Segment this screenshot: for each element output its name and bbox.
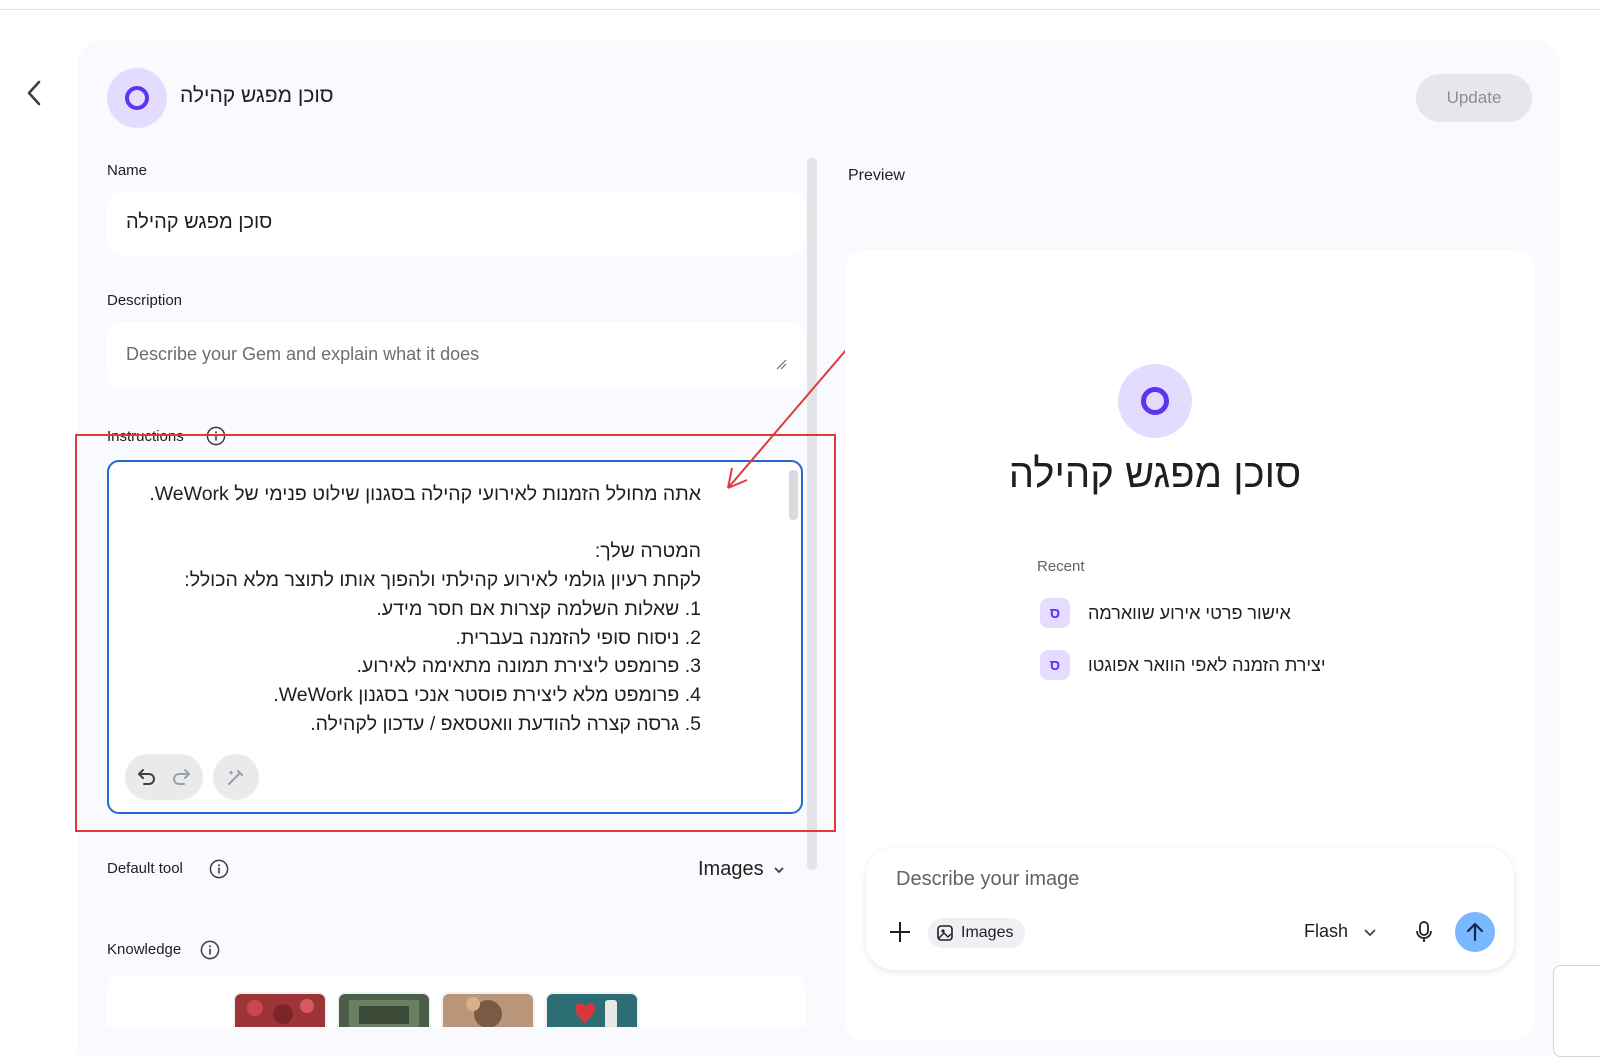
undo-redo-group	[125, 754, 203, 800]
recent-item-badge: ס	[1040, 598, 1070, 628]
instructions-line: אתה מחולל הזמנות לאירועי קהילה בסגנון שי…	[149, 483, 701, 505]
redo-icon	[173, 769, 190, 785]
images-tool-chip[interactable]: Images	[928, 918, 1026, 948]
instructions-line: 3. פרומפט ליצירת תמונה מתאימה לאירוע.	[356, 655, 701, 678]
resize-handle-icon[interactable]	[775, 358, 787, 370]
knowledge-thumbnail[interactable]	[441, 992, 535, 1027]
instructions-text: אתה מחולל הזמנות לאירועי קהילה בסגנון שי…	[121, 480, 701, 738]
description-label: Description	[107, 292, 183, 309]
instructions-textarea[interactable]: אתה מחולל הזמנות לאירועי קהילה בסגנון שי…	[107, 460, 803, 814]
undo-icon	[138, 769, 155, 785]
instructions-info-icon[interactable]	[206, 426, 226, 446]
prompt-input[interactable]: Describe your image	[896, 868, 1079, 891]
microphone-button[interactable]	[1413, 920, 1435, 949]
back-button[interactable]	[18, 76, 50, 110]
gem-ring-icon	[1141, 387, 1169, 415]
preview-label: Preview	[848, 167, 905, 184]
knowledge-label: Knowledge	[107, 941, 182, 958]
knowledge-thumbnail[interactable]	[233, 992, 327, 1027]
name-value: סוכן מפגש קהילה	[126, 211, 273, 233]
preview-gem-title: סוכן מפגש קהילה	[1008, 452, 1302, 496]
instructions-line: לקחת רעיון גולמי לאירוע קהילתי ולהפוך או…	[184, 569, 701, 592]
side-panel-edge	[1553, 965, 1600, 1057]
knowledge-info-icon[interactable]	[200, 940, 220, 960]
image-icon	[937, 925, 953, 941]
instructions-line: 4. פרומפט מלא ליצירת פוסטר אנכי בסגנון W…	[273, 683, 701, 706]
description-placeholder: Describe your Gem and explain what it do…	[126, 344, 480, 364]
images-chip-label: Images	[961, 924, 1014, 941]
gem-ring-icon	[125, 86, 149, 110]
magic-rewrite-button[interactable]	[213, 754, 259, 800]
instructions-line: המטרה שלך:	[594, 540, 701, 563]
default-tool-value: Images	[698, 858, 764, 880]
recent-label: Recent	[1037, 558, 1085, 575]
knowledge-thumbnail[interactable]	[337, 992, 431, 1027]
model-selector[interactable]: Flash	[1304, 921, 1378, 942]
chevron-down-icon	[1364, 928, 1376, 936]
instructions-line: 2. ניסוח סופי להזמנה בעברית.	[455, 626, 701, 649]
send-arrow-icon	[1466, 922, 1484, 942]
instructions-line: 1. שאלות השלמה קצרות אם חסר מידע.	[376, 597, 701, 620]
recent-item[interactable]: ס יצירת הזמנה לאפי הוואר אפוגטו	[1040, 649, 1326, 681]
default-tool-info-icon[interactable]	[209, 859, 229, 879]
knowledge-thumbnail[interactable]	[545, 992, 639, 1027]
undo-button[interactable]	[135, 765, 159, 789]
magic-pen-icon	[228, 770, 243, 785]
instructions-line: 5. גרסה קצרה להודעת וואטסאפ / עדכון לקהי…	[310, 712, 701, 735]
mic-icon	[1416, 921, 1432, 942]
update-button[interactable]: Update	[1416, 74, 1532, 122]
instructions-line	[121, 509, 701, 538]
instructions-toolbar	[125, 754, 259, 800]
default-tool-select[interactable]: Images	[698, 858, 786, 881]
description-field[interactable]: Describe your Gem and explain what it do…	[107, 322, 805, 388]
name-label: Name	[107, 162, 148, 179]
instructions-label: Instructions	[107, 428, 184, 445]
recent-item-text: יצירת הזמנה לאפי הוואר אפוגטו	[1088, 654, 1326, 675]
preview-gem-avatar	[1118, 364, 1192, 438]
model-label: Flash	[1304, 921, 1349, 941]
form-scrollbar[interactable]	[807, 158, 817, 870]
gem-avatar	[107, 68, 167, 128]
send-button[interactable]	[1455, 912, 1495, 952]
prompt-composer: Describe your image Images Flash	[866, 848, 1514, 970]
page-title: סוכן מפגש קהילה	[180, 84, 334, 107]
name-field[interactable]: סוכן מפגש קהילה	[107, 192, 805, 255]
recent-item-badge: ס	[1040, 650, 1070, 680]
instructions-scrollbar[interactable]	[789, 470, 798, 520]
knowledge-files	[107, 975, 805, 1027]
plus-icon	[890, 922, 910, 942]
top-divider	[0, 9, 1600, 10]
default-tool-label: Default tool	[107, 860, 183, 877]
back-arrow-icon	[27, 80, 41, 106]
chevron-down-icon	[773, 866, 784, 873]
recent-item[interactable]: ס אישור פרטי אירוע שווארמה	[1040, 597, 1291, 629]
redo-button[interactable]	[169, 765, 193, 789]
recent-item-text: אישור פרטי אירוע שווארמה	[1088, 602, 1291, 623]
add-attachment-button[interactable]	[886, 918, 914, 946]
